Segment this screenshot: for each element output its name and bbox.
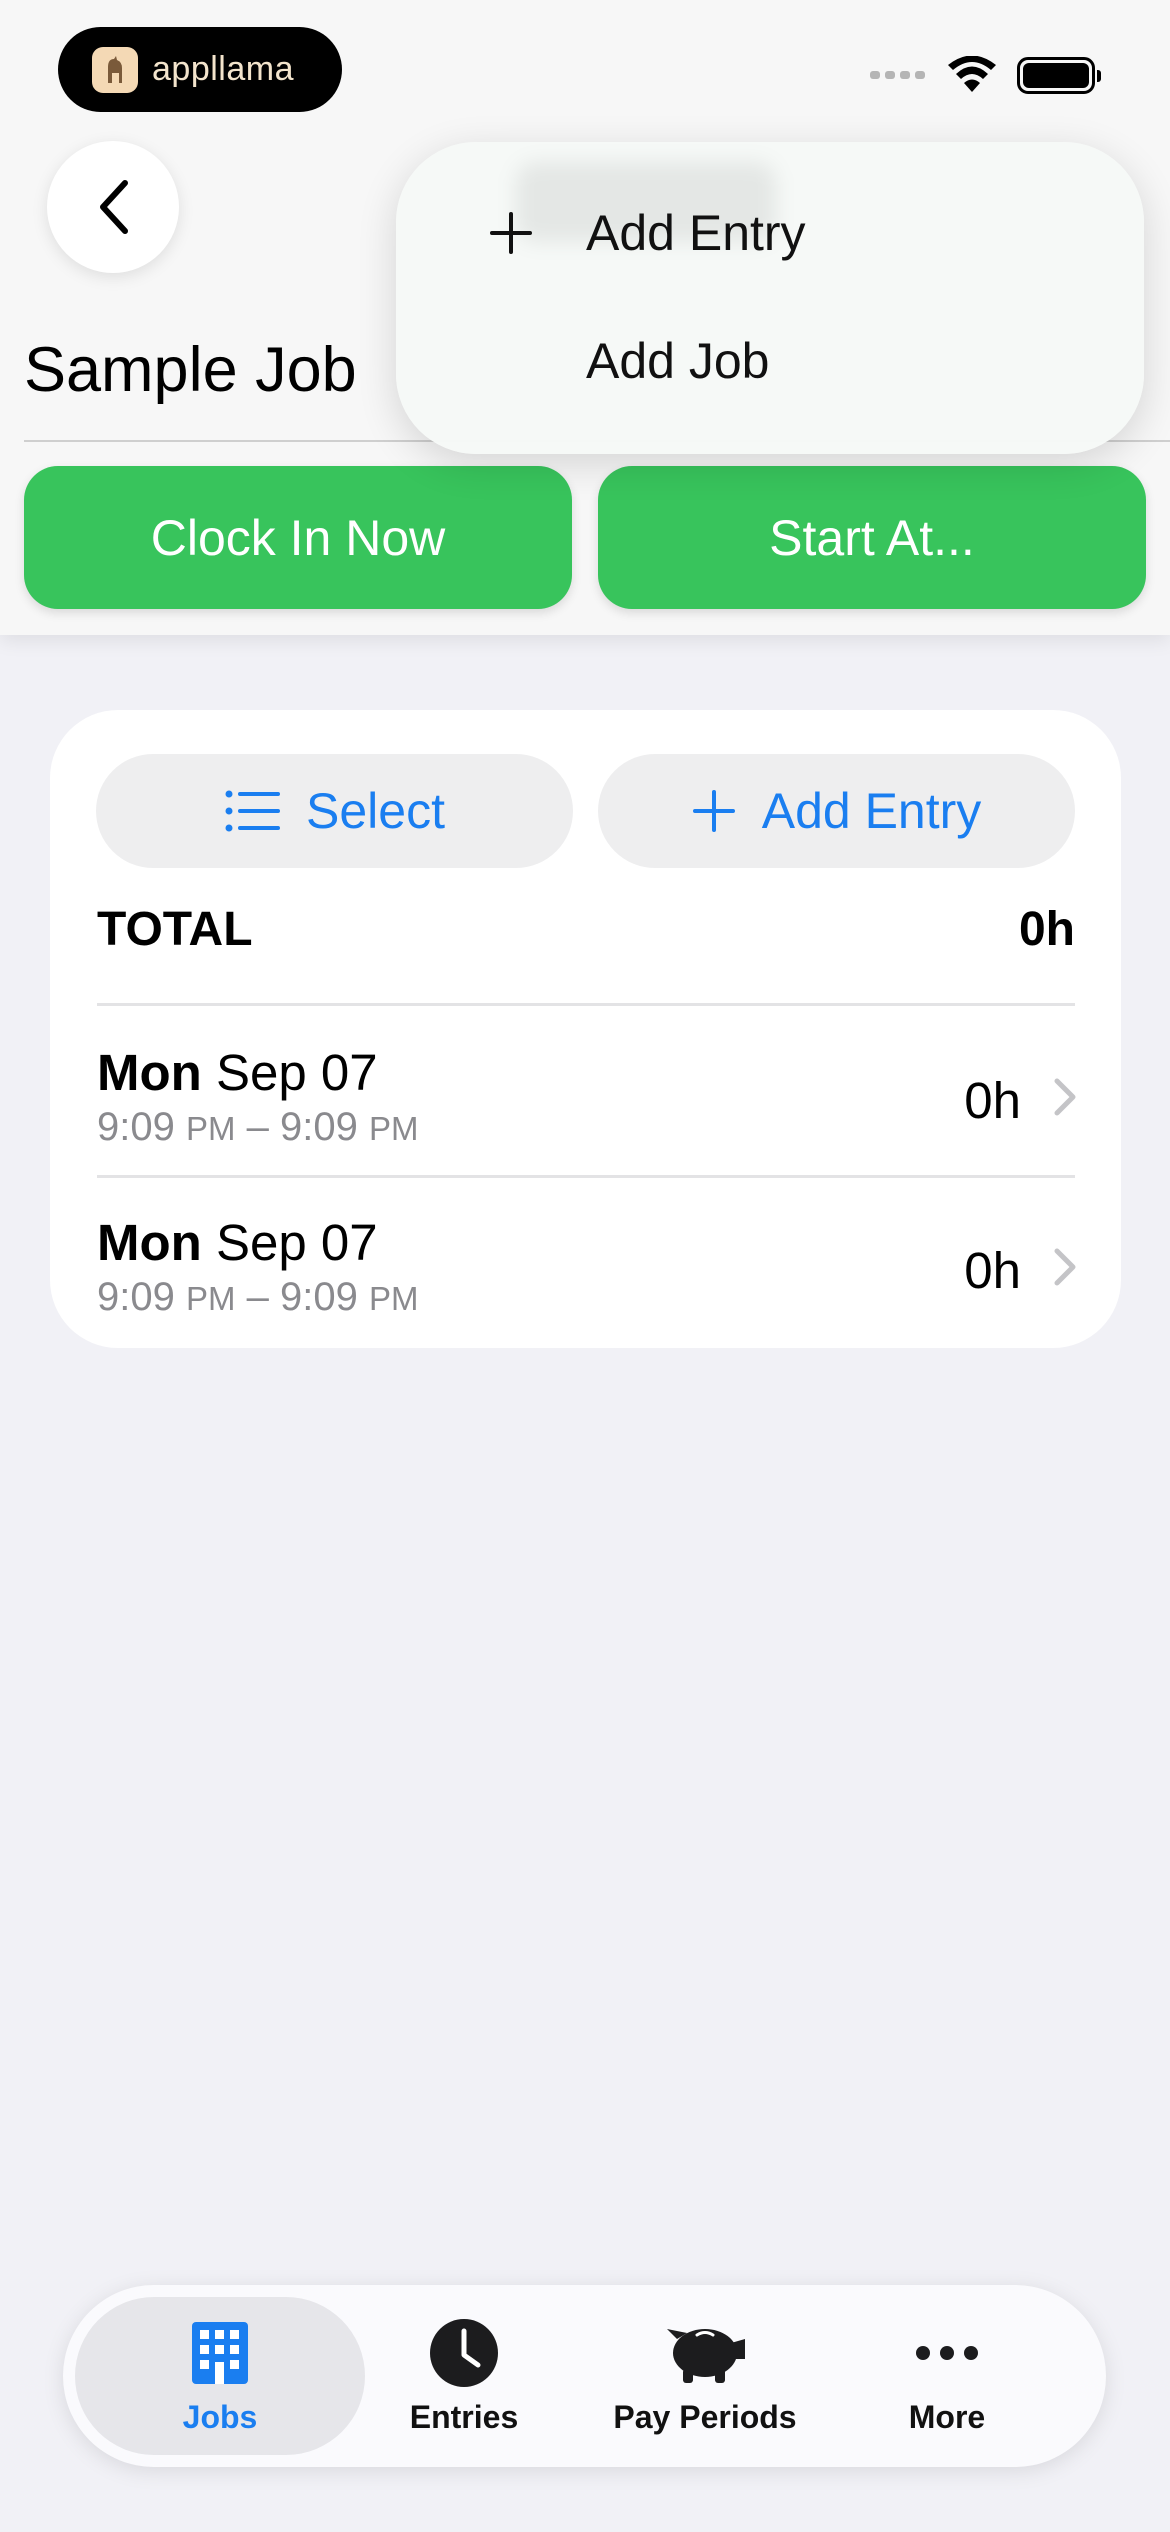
entry-end-ampm: PM [368,1280,419,1317]
battery-icon [1017,56,1101,94]
app-screen: appllama Sample Job Clock In Now Start A… [0,0,1170,2532]
add-entry-label: Add Entry [761,783,982,839]
tab-pay-periods[interactable]: Pay Periods [585,2285,825,2467]
tab-jobs-label: Jobs [182,2398,258,2435]
entry-end-time: 9:09 [279,1105,358,1149]
ellipsis-icon [916,2345,978,2360]
menu-item-add-entry[interactable]: Add Entry [586,204,806,262]
clock-icon [430,2318,498,2387]
app-badge: appllama [58,27,342,112]
total-label: TOTAL [97,903,253,956]
entry-end-time: 9:09 [279,1275,358,1319]
entry-row[interactable]: Mon Sep 07 9:09 PM – 9:09 PM 0h [50,1043,1121,1213]
tab-more[interactable]: More [827,2285,1067,2467]
building-icon [192,2321,248,2384]
entry-date-value: Sep 07 [215,1214,378,1271]
piggy-bank-icon [667,2328,745,2383]
entry-date-value: Sep 07 [215,1044,378,1101]
entry-date: Mon Sep 07 [97,1043,378,1102]
llama-logo-icon [92,46,138,93]
entry-time-range: 9:09 PM – 9:09 PM [97,1105,419,1149]
menu-item-add-job[interactable]: Add Job [586,332,769,390]
divider [97,1175,1075,1178]
brand-name: appllama [152,50,294,88]
entry-day: Mon [97,1044,202,1101]
add-menu: Add Entry Add Job [396,142,1144,454]
add-entry-button[interactable]: Add Entry [598,754,1075,868]
tab-entries-label: Entries [409,2398,519,2435]
back-button[interactable] [47,141,179,273]
plus-icon [490,212,532,254]
entry-start-ampm: PM [185,1110,236,1147]
tab-more-label: More [908,2398,986,2435]
entry-date: Mon Sep 07 [97,1213,378,1272]
select-label: Select [306,783,445,839]
tab-pay-periods-label: Pay Periods [613,2398,797,2435]
plus-icon [692,790,735,832]
entries-card: Select Add Entry TOTAL 0h Mon Sep 07 9:0… [50,710,1121,1348]
total-value: 0h [1018,903,1075,956]
entry-hours: 0h [964,1242,1021,1299]
entry-end-ampm: PM [368,1110,419,1147]
tab-bar: Jobs Entries Pay Periods More [63,2285,1106,2467]
entry-start-time: 9:09 [97,1275,175,1319]
entry-row[interactable]: Mon Sep 07 9:09 PM – 9:09 PM 0h [50,1213,1121,1383]
wifi-icon [948,56,996,92]
entry-start-ampm: PM [185,1280,236,1317]
entry-start-time: 9:09 [97,1105,175,1149]
chevron-right-icon [1054,1078,1076,1116]
entry-hours: 0h [964,1072,1021,1129]
divider [97,1003,1075,1006]
entry-time-range: 9:09 PM – 9:09 PM [97,1275,419,1319]
page-title: Sample Job [24,335,357,405]
tab-jobs[interactable]: Jobs [100,2285,340,2467]
select-button[interactable]: Select [96,754,573,868]
list-icon [225,790,281,832]
start-at-button[interactable]: Start At... [598,466,1146,609]
chevron-left-icon [100,180,128,234]
status-indicators [870,56,1101,94]
tab-entries[interactable]: Entries [344,2285,584,2467]
entry-day: Mon [97,1214,202,1271]
clock-in-now-button[interactable]: Clock In Now [24,466,572,609]
cellular-signal-icon [870,71,925,79]
chevron-right-icon [1054,1248,1076,1286]
